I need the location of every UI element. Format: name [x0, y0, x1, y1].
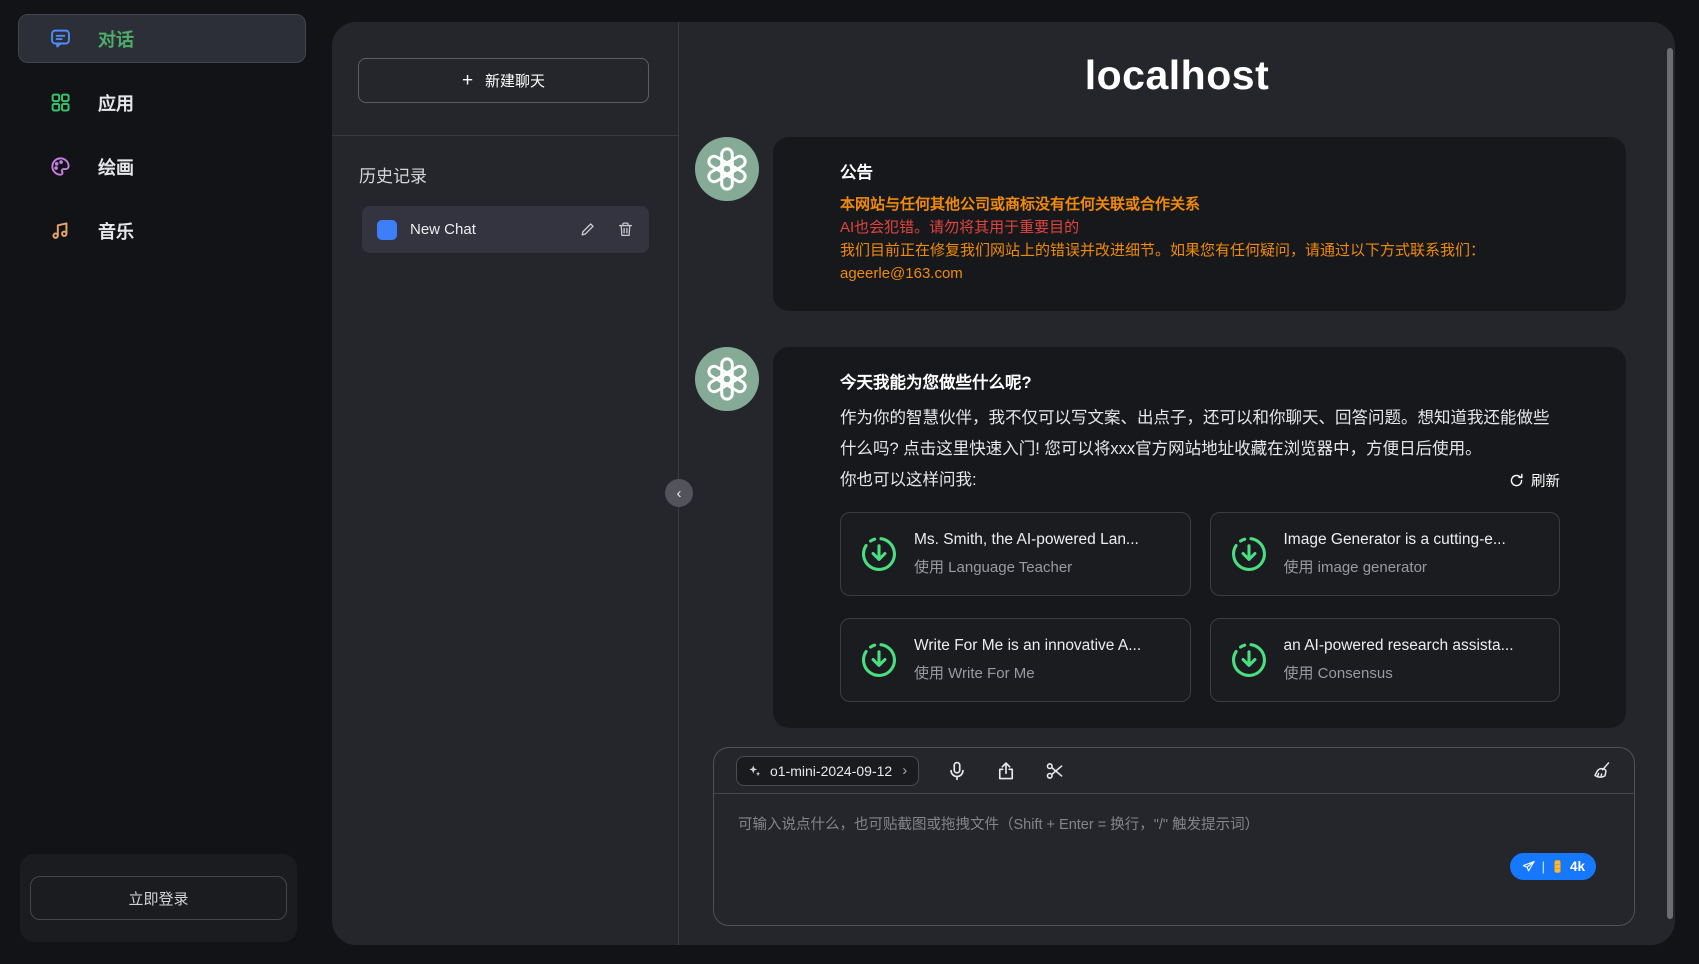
suggestion-grid: Ms. Smith, the AI-powered Lan... 使用 Lang… — [840, 512, 1560, 702]
history-title: 历史记录 — [359, 162, 427, 187]
chevron-left-icon: ‹ — [677, 486, 682, 501]
welcome-body: 作为你的智慧伙伴，我不仅可以写文案、出点子，还可以和你聊天、回答问题。想知道我还… — [840, 403, 1560, 465]
suggestion-title: Write For Me is an innovative A... — [914, 637, 1141, 655]
sidebar: 对话 应用 绘画 音乐 立即登录 — [0, 0, 332, 964]
token-count: 4k — [1570, 859, 1585, 874]
message-input[interactable]: 可输入说点什么，也可贴截图或拖拽文件（Shift + Enter = 换行，"/… — [714, 794, 1634, 925]
refresh-icon — [1509, 473, 1524, 488]
suggestion-card[interactable]: an AI-powered research assista... 使用 Con… — [1210, 618, 1561, 702]
chat-list-panel: + 新建聊天 历史记录 New Chat — [332, 22, 679, 945]
input-placeholder: 可输入说点什么，也可贴截图或拖拽文件（Shift + Enter = 换行，"/… — [738, 813, 1610, 834]
openai-logo-icon — [704, 356, 750, 402]
welcome-title: 今天我能为您做些什么呢? — [840, 369, 1560, 393]
message-announcement: 公告 本网站与任何其他公司或商标没有任何关联或合作关系 AI也会犯错。请勿将其用… — [695, 137, 1626, 311]
delete-icon[interactable] — [617, 221, 634, 238]
chat-main: localhost — [679, 22, 1675, 945]
announcement-line: 本网站与任何其他公司或商标没有任何关联或合作关系 — [840, 193, 1560, 216]
sidebar-item-music[interactable]: 音乐 — [18, 206, 306, 255]
content-panel: ‹ + 新建聊天 历史记录 New Chat — [332, 22, 1675, 945]
sidebar-item-label: 应用 — [98, 90, 134, 116]
scrollbar[interactable] — [1667, 48, 1673, 919]
suggestion-card[interactable]: Ms. Smith, the AI-powered Lan... 使用 Lang… — [840, 512, 1191, 596]
announcement-line: 我们目前正在修复我们网站上的错误并改进细节。如果您有任何疑问，请通过以下方式联系… — [840, 239, 1560, 262]
login-button[interactable]: 立即登录 — [30, 876, 287, 920]
apps-grid-icon — [49, 91, 72, 114]
contact-email[interactable]: ageerle@163.com — [840, 262, 1560, 285]
sidebar-item-apps[interactable]: 应用 — [18, 78, 306, 127]
model-name: o1-mini-2024-09-12 — [770, 763, 892, 779]
sparkle-icon — [748, 764, 762, 778]
composer: o1-mini-2024-09-12 › — [713, 747, 1635, 926]
sidebar-item-draw[interactable]: 绘画 — [18, 142, 306, 191]
history-item[interactable]: New Chat — [362, 206, 649, 253]
app-window: 对话 应用 绘画 音乐 立即登录 — [0, 0, 1699, 964]
chevron-right-icon: › — [902, 762, 907, 779]
history-item-title: New Chat — [410, 221, 558, 238]
composer-toolbar: o1-mini-2024-09-12 › — [714, 748, 1634, 794]
login-box: 立即登录 — [20, 854, 297, 942]
badge-divider: | — [1542, 859, 1545, 874]
assistant-avatar — [695, 347, 759, 411]
suggestion-subtitle: 使用 Language Teacher — [914, 556, 1139, 577]
suggestion-title: Ms. Smith, the AI-powered Lan... — [914, 531, 1139, 549]
music-note-icon — [49, 219, 72, 242]
suggestion-card[interactable]: Write For Me is an innovative A... 使用 Wr… — [840, 618, 1191, 702]
suggestion-subtitle: 使用 Consensus — [1284, 662, 1514, 683]
sidebar-item-chat[interactable]: 对话 — [18, 14, 306, 63]
welcome-card: 今天我能为您做些什么呢? 作为你的智慧伙伴，我不仅可以写文案、出点子，还可以和你… — [773, 347, 1626, 728]
plus-icon: + — [462, 71, 473, 90]
suggestion-card[interactable]: Image Generator is a cutting-e... 使用 ima… — [1210, 512, 1561, 596]
sidebar-item-label: 对话 — [98, 26, 134, 52]
new-chat-label: 新建聊天 — [485, 70, 545, 91]
message-welcome: 今天我能为您做些什么呢? 作为你的智慧伙伴，我不仅可以写文案、出点子，还可以和你… — [695, 347, 1626, 728]
chat-bubble-icon — [49, 27, 72, 50]
sidebar-item-label: 音乐 — [98, 218, 134, 244]
send-plane-icon — [1521, 859, 1536, 874]
scissors-icon[interactable] — [1044, 760, 1066, 782]
suggestion-subtitle: 使用 Write For Me — [914, 662, 1141, 683]
token-coin-icon — [1551, 859, 1564, 874]
install-download-icon — [1229, 640, 1269, 680]
suggestion-title: Image Generator is a cutting-e... — [1284, 531, 1506, 549]
sidebar-item-label: 绘画 — [98, 154, 134, 180]
refresh-suggestions-button[interactable]: 刷新 — [1509, 470, 1560, 491]
assistant-avatar — [695, 137, 759, 201]
upload-icon[interactable] — [995, 760, 1017, 782]
microphone-icon[interactable] — [946, 760, 968, 782]
install-download-icon — [1229, 534, 1269, 574]
divider — [332, 135, 678, 136]
page-title: localhost — [679, 52, 1675, 99]
collapse-sidebar-button[interactable]: ‹ — [665, 479, 693, 507]
suggestion-title: an AI-powered research assista... — [1284, 637, 1514, 655]
announcement-line: AI也会犯错。请勿将其用于重要目的 — [840, 216, 1560, 239]
chat-item-icon — [377, 220, 397, 240]
install-download-icon — [859, 534, 899, 574]
model-selector[interactable]: o1-mini-2024-09-12 › — [736, 756, 919, 786]
announcement-title: 公告 — [840, 159, 1560, 183]
message-list: 公告 本网站与任何其他公司或商标没有任何关联或合作关系 AI也会犯错。请勿将其用… — [695, 137, 1626, 728]
edit-icon[interactable] — [579, 221, 596, 238]
clear-broom-icon[interactable] — [1590, 760, 1612, 782]
palette-icon — [49, 155, 72, 178]
install-download-icon — [859, 640, 899, 680]
new-chat-button[interactable]: + 新建聊天 — [358, 58, 649, 103]
send-button[interactable]: | 4k — [1510, 853, 1596, 880]
ask-hint: 你也可以这样问我: — [840, 465, 977, 496]
suggestion-subtitle: 使用 image generator — [1284, 556, 1506, 577]
announcement-card: 公告 本网站与任何其他公司或商标没有任何关联或合作关系 AI也会犯错。请勿将其用… — [773, 137, 1626, 311]
openai-logo-icon — [704, 146, 750, 192]
